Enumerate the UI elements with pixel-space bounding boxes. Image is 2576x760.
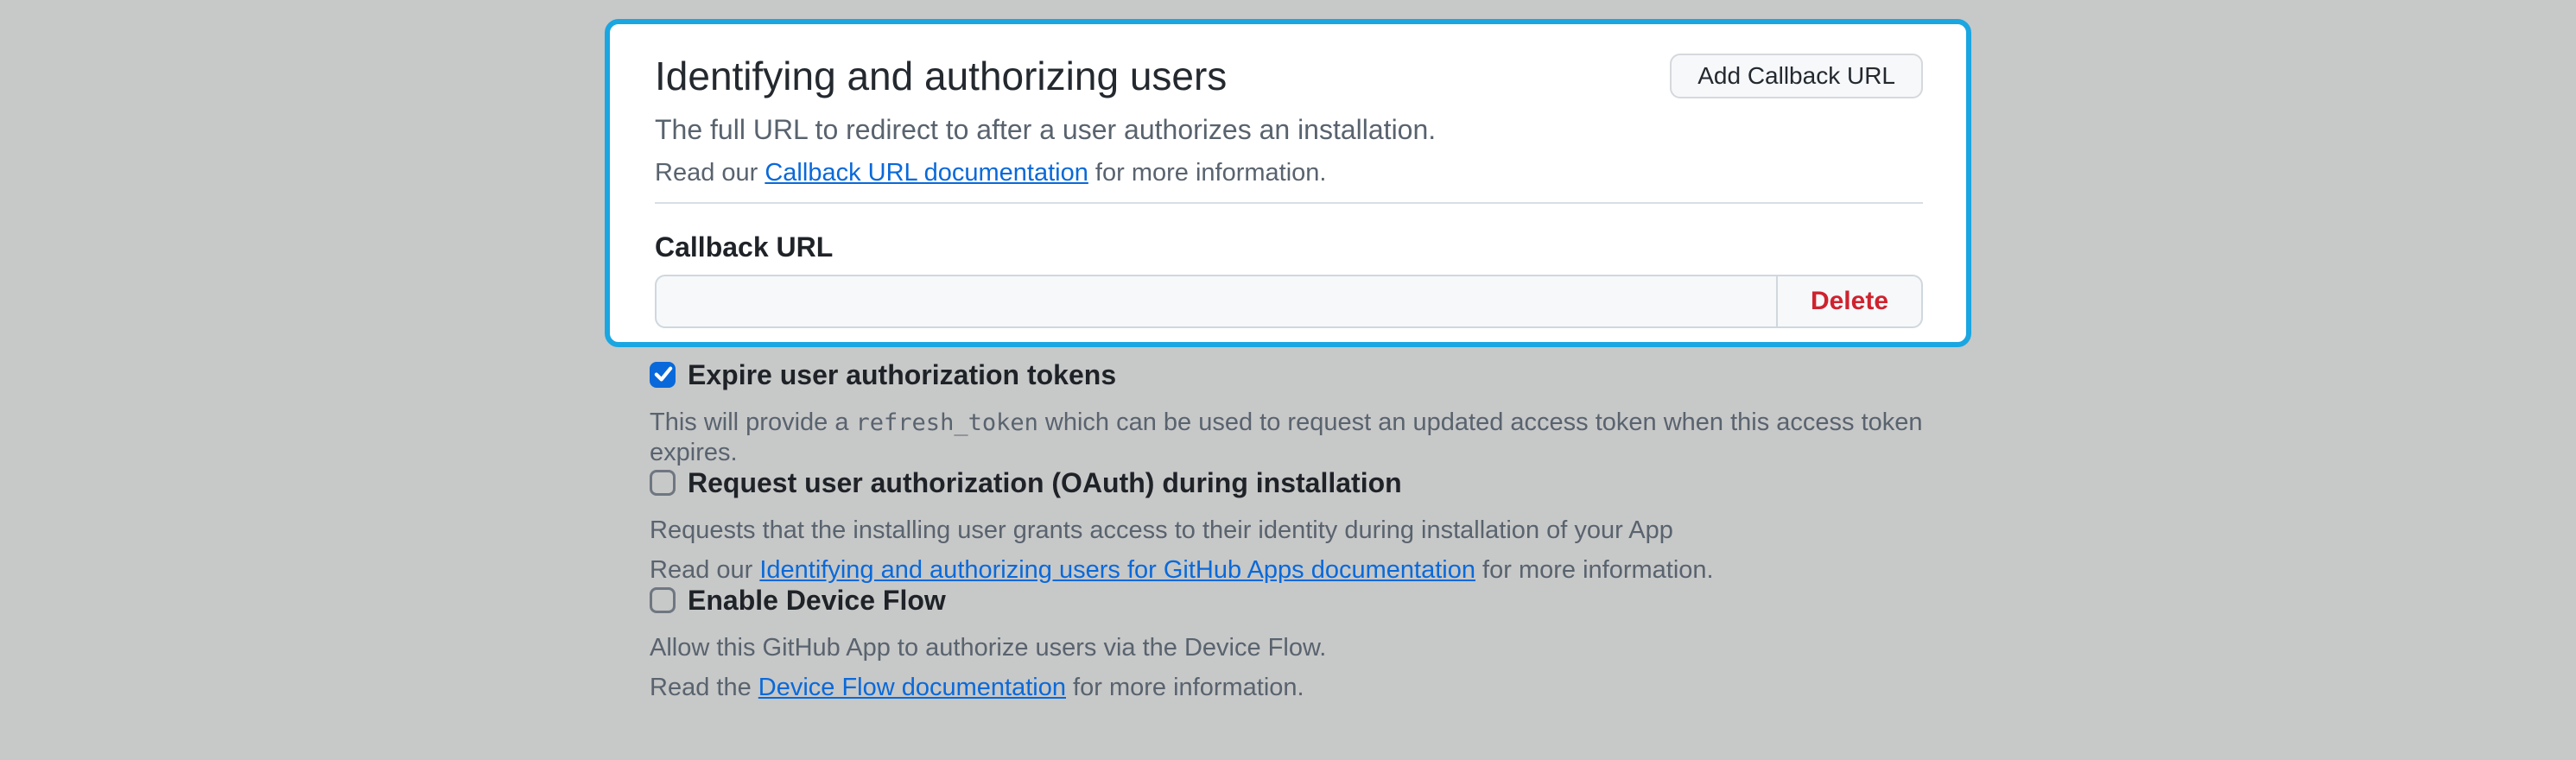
note-suffix: for more information. <box>1475 556 1714 584</box>
section-title: Identifying and authorizing users <box>655 54 1227 98</box>
note-suffix: for more information. <box>1066 674 1304 701</box>
option-description: Requests that the installing user grants… <box>650 516 1963 545</box>
option-description: Allow this GitHub App to authorize users… <box>650 633 1963 662</box>
card-header: Identifying and authorizing users Add Ca… <box>655 54 1923 98</box>
option-request-user-authorization-oauth: Request user authorization (OAuth) durin… <box>650 467 1963 585</box>
option-description: This will provide a refresh_token which … <box>650 408 1963 467</box>
divider <box>655 202 1923 204</box>
checkbox-request-user-authorization-oauth[interactable] <box>650 470 676 496</box>
callback-url-documentation-link[interactable]: Callback URL documentation <box>765 159 1088 187</box>
note-suffix: for more information. <box>1088 159 1327 187</box>
note-prefix: Read the <box>650 674 758 701</box>
device-flow-documentation-link[interactable]: Device Flow documentation <box>758 674 1066 701</box>
option-doc-note: Read our Identifying and authorizing use… <box>650 555 1963 585</box>
option-head[interactable]: Expire user authorization tokens <box>650 359 1963 390</box>
option-label: Request user authorization (OAuth) durin… <box>688 467 1402 498</box>
delete-button[interactable]: Delete <box>1776 275 1923 328</box>
section-subtitle: The full URL to redirect to after a user… <box>655 112 1923 147</box>
option-expire-user-authorization-tokens: Expire user authorization tokens This wi… <box>650 359 1963 467</box>
callback-url-input-group: Delete <box>655 275 1923 328</box>
checkbox-expire-user-authorization-tokens[interactable] <box>650 362 676 388</box>
option-enable-device-flow: Enable Device Flow Allow this GitHub App… <box>650 585 1963 702</box>
refresh-token-code: refresh_token <box>856 409 1038 436</box>
checkmark-icon <box>651 362 676 386</box>
add-callback-url-button[interactable]: Add Callback URL <box>1670 54 1923 98</box>
option-label: Expire user authorization tokens <box>688 359 1116 390</box>
identifying-authorizing-card: Identifying and authorizing users Add Ca… <box>605 19 1971 347</box>
page: Identifying and authorizing users Add Ca… <box>0 0 2576 760</box>
option-head[interactable]: Enable Device Flow <box>650 585 1963 616</box>
desc-prefix: This will provide a <box>650 408 856 436</box>
callback-doc-note: Read our Callback URL documentation for … <box>655 157 1923 188</box>
option-label: Enable Device Flow <box>688 585 946 616</box>
callback-url-label: Callback URL <box>655 231 1923 263</box>
callback-url-input[interactable] <box>655 275 1778 328</box>
checkbox-enable-device-flow[interactable] <box>650 587 676 613</box>
auth-options: Expire user authorization tokens This wi… <box>650 359 1963 702</box>
option-doc-note: Read the Device Flow documentation for m… <box>650 673 1963 702</box>
note-prefix: Read our <box>655 159 765 187</box>
option-head[interactable]: Request user authorization (OAuth) durin… <box>650 467 1963 498</box>
note-prefix: Read our <box>650 556 759 584</box>
identifying-authorizing-users-documentation-link[interactable]: Identifying and authorizing users for Gi… <box>759 556 1475 584</box>
